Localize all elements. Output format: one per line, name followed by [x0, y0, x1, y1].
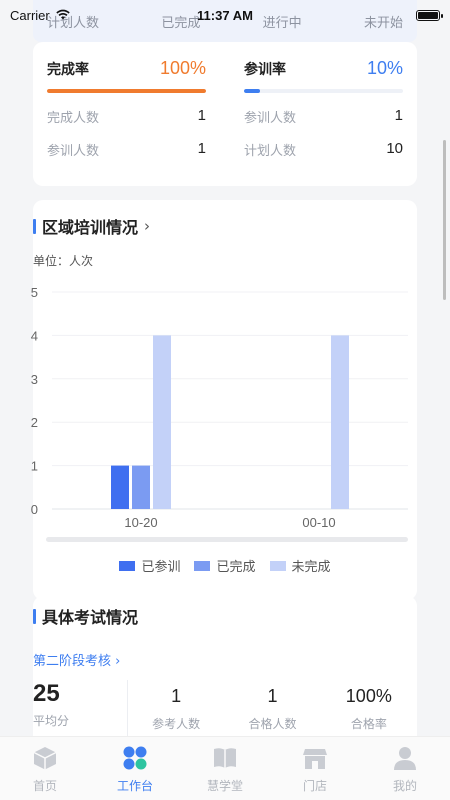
- legend-swatch: [269, 560, 286, 571]
- stat-value: 1: [394, 107, 403, 124]
- tab-home[interactable]: 首页: [0, 737, 90, 800]
- exam-stats: 25 平均分 1 参考人数 1 合格人数 100% 合格率: [33, 680, 417, 736]
- attendance-rate-title: 参训率: [244, 62, 286, 78]
- exam-stage-link[interactable]: 第二阶段考核 ›: [33, 650, 120, 669]
- stat-value: 1: [197, 107, 206, 124]
- average-score: 25 平均分: [33, 680, 128, 736]
- content-scroll[interactable]: 计划人数 已完成 进行中 未开始 完成率 100% 完成人数 1 参训人数 1: [0, 0, 450, 736]
- legend-swatch: [194, 560, 211, 571]
- legend-swatch: [119, 560, 136, 571]
- tab-label: 首页: [32, 779, 57, 793]
- legend-label: 未完成: [291, 560, 331, 575]
- attendance-rate-column: 参训率 10% 参训人数 1 计划人数 10: [244, 58, 403, 170]
- region-bar-chart: 0 1 2 3 4 5 10-20 00-10: [31, 285, 408, 542]
- y-tick-label: 2: [31, 415, 38, 430]
- tab-label: 门店: [302, 779, 327, 793]
- section-accent-bar: [33, 608, 36, 624]
- region-section-title: 区域培训情况: [42, 218, 139, 237]
- exam-stat-item: 100% 合格率: [321, 680, 417, 736]
- chart-legend: 已参训 已完成 未完成: [0, 556, 450, 575]
- exam-stat-item: 1 合格人数: [224, 680, 320, 736]
- stat-value: 10: [386, 140, 403, 157]
- exam-stat-value: 1: [267, 686, 278, 706]
- bar-10-20-已参训: [111, 465, 129, 509]
- carrier-label: Carrier: [10, 7, 50, 23]
- bar-10-20-未完成: [153, 335, 171, 509]
- y-tick-label: 1: [31, 459, 38, 474]
- y-tick-label: 3: [31, 372, 38, 387]
- stat-row: 完成人数 1: [47, 107, 206, 126]
- store-icon: [300, 743, 330, 773]
- cube-icon: [30, 743, 60, 773]
- attendance-progress-fill: [244, 89, 260, 93]
- stat-label: 完成人数: [47, 111, 100, 126]
- exam-stat-label: 参考人数: [152, 717, 201, 731]
- average-score-label: 平均分: [33, 714, 70, 728]
- legend-item[interactable]: 未完成: [269, 556, 331, 575]
- y-tick-label: 5: [31, 285, 38, 300]
- stat-value: 1: [197, 140, 206, 157]
- stat-row: 参训人数 1: [244, 107, 403, 126]
- attendance-rate-value: 10%: [366, 58, 403, 78]
- completion-rate-value: 100%: [159, 58, 206, 78]
- tab-profile[interactable]: 我的: [360, 737, 450, 800]
- y-tick-label: 0: [31, 502, 38, 517]
- exam-stat-item: 1 参考人数: [128, 680, 224, 736]
- bar-00-10-未完成: [331, 335, 349, 509]
- exam-section-header: 具体考试情况: [33, 604, 138, 628]
- tab-workbench[interactable]: 工作台: [90, 737, 180, 800]
- chevron-right-icon: ›: [144, 217, 151, 235]
- vertical-scrollbar[interactable]: [443, 140, 446, 300]
- chart-unit-label: 单位：人次: [33, 254, 94, 268]
- exam-section-title: 具体考试情况: [42, 608, 139, 627]
- stat-label: 计划人数: [244, 144, 297, 159]
- average-score-value: 25: [33, 680, 60, 707]
- stat-label: 参训人数: [244, 111, 297, 126]
- tab-label: 慧学堂: [206, 779, 243, 793]
- tab-label: 我的: [392, 779, 417, 793]
- stat-row: 计划人数 10: [244, 140, 403, 159]
- legend-label: 已参训: [141, 560, 181, 575]
- grid-icon: [120, 743, 150, 773]
- stat-row: 参训人数 1: [47, 140, 206, 159]
- x-tick-label: 10-20: [124, 515, 157, 530]
- completion-rate-column: 完成率 100% 完成人数 1 参训人数 1: [47, 58, 206, 170]
- chart-scroll-track: [46, 537, 408, 542]
- tab-label: 工作台: [116, 779, 153, 793]
- tab-store[interactable]: 门店: [270, 737, 360, 800]
- x-tick-label: 00-10: [302, 515, 335, 530]
- stat-label: 参训人数: [47, 144, 100, 159]
- rate-card: 完成率 100% 完成人数 1 参训人数 1 参训率 10% 参训人数 1 计划…: [33, 42, 417, 186]
- exam-stat-value: 100%: [345, 686, 392, 706]
- section-accent-bar: [33, 218, 36, 234]
- attendance-progress-track: [244, 89, 403, 93]
- completion-progress-fill: [47, 89, 206, 93]
- bar-10-20-已完成: [132, 465, 150, 509]
- bottom-tab-bar: 首页 工作台 慧学堂 门店 我的: [0, 736, 450, 800]
- y-tick-label: 4: [31, 328, 38, 343]
- completion-progress-track: [47, 89, 206, 93]
- exam-stat-label: 合格率: [350, 717, 387, 731]
- wifi-icon: [56, 8, 70, 23]
- exam-stat-label: 合格人数: [248, 717, 297, 731]
- exam-stat-value: 1: [171, 686, 182, 706]
- legend-item[interactable]: 已参训: [119, 556, 180, 575]
- legend-item[interactable]: 已完成: [194, 556, 256, 575]
- user-icon: [390, 743, 420, 773]
- tab-learning[interactable]: 慧学堂: [180, 737, 270, 800]
- book-icon: [210, 743, 240, 773]
- battery-icon: [416, 9, 443, 21]
- status-bar: Carrier 11:37 AM: [0, 0, 450, 30]
- completion-rate-title: 完成率: [47, 62, 89, 78]
- legend-label: 已完成: [216, 560, 256, 575]
- region-section-header[interactable]: 区域培训情况 ›: [33, 214, 150, 238]
